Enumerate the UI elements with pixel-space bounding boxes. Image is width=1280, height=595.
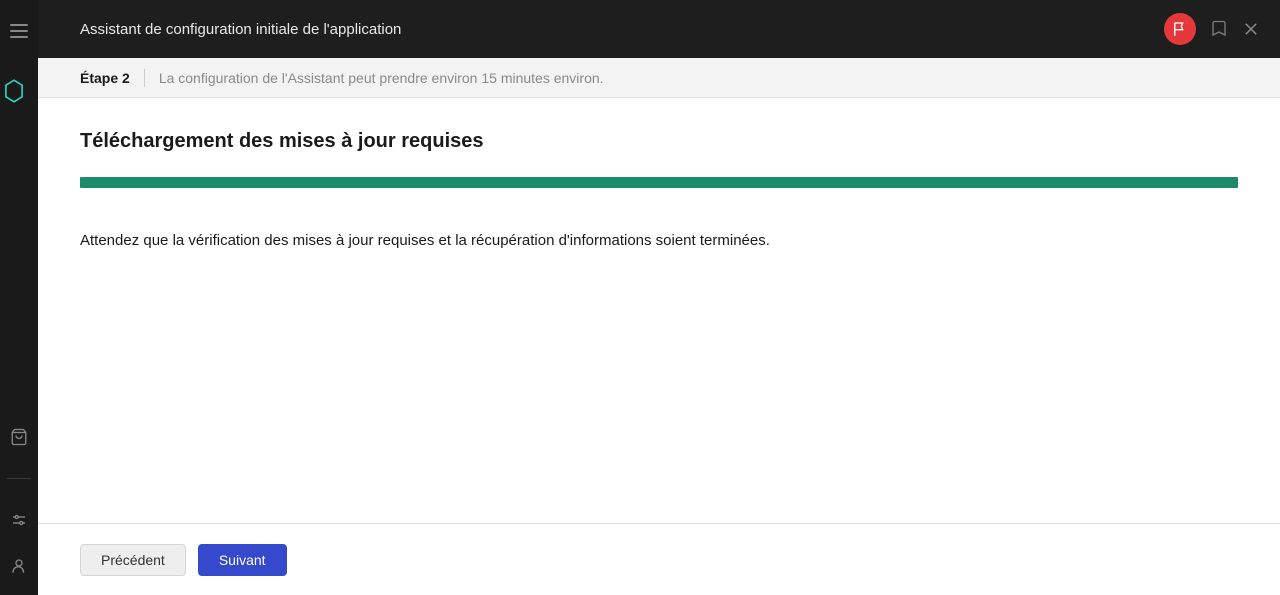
content-body-text: Attendez que la vérification des mises à… xyxy=(80,230,1238,253)
brand-hexagon-icon xyxy=(5,78,23,104)
content-title: Téléchargement des mises à jour requises xyxy=(80,130,1238,153)
flag-button[interactable] xyxy=(1164,13,1196,45)
next-button[interactable]: Suivant xyxy=(198,544,287,576)
sidebar-bottom-group xyxy=(0,428,38,575)
step-divider xyxy=(144,69,145,87)
bag-icon[interactable] xyxy=(10,428,28,446)
sidebar-divider xyxy=(7,478,31,479)
step-label: Étape 2 xyxy=(80,70,130,86)
app-left-sidebar xyxy=(0,0,38,595)
wizard-content: Téléchargement des mises à jour requises… xyxy=(38,98,1280,523)
download-progress-bar xyxy=(80,177,1238,188)
user-icon[interactable] xyxy=(10,557,28,575)
wizard-modal: Assistant de configuration initiale de l… xyxy=(38,0,1280,595)
header-actions xyxy=(1164,13,1260,45)
wizard-header: Assistant de configuration initiale de l… xyxy=(38,0,1280,58)
step-description: La configuration de l'Assistant peut pre… xyxy=(159,70,604,86)
menu-icon[interactable] xyxy=(10,24,28,38)
sliders-icon[interactable] xyxy=(10,511,28,529)
bookmark-icon[interactable] xyxy=(1210,20,1228,38)
step-bar: Étape 2 La configuration de l'Assistant … xyxy=(38,58,1280,98)
close-icon[interactable] xyxy=(1242,20,1260,38)
wizard-footer: Précédent Suivant xyxy=(38,523,1280,595)
flag-icon xyxy=(1172,21,1188,37)
back-button[interactable]: Précédent xyxy=(80,544,186,576)
wizard-title: Assistant de configuration initiale de l… xyxy=(80,21,1164,38)
